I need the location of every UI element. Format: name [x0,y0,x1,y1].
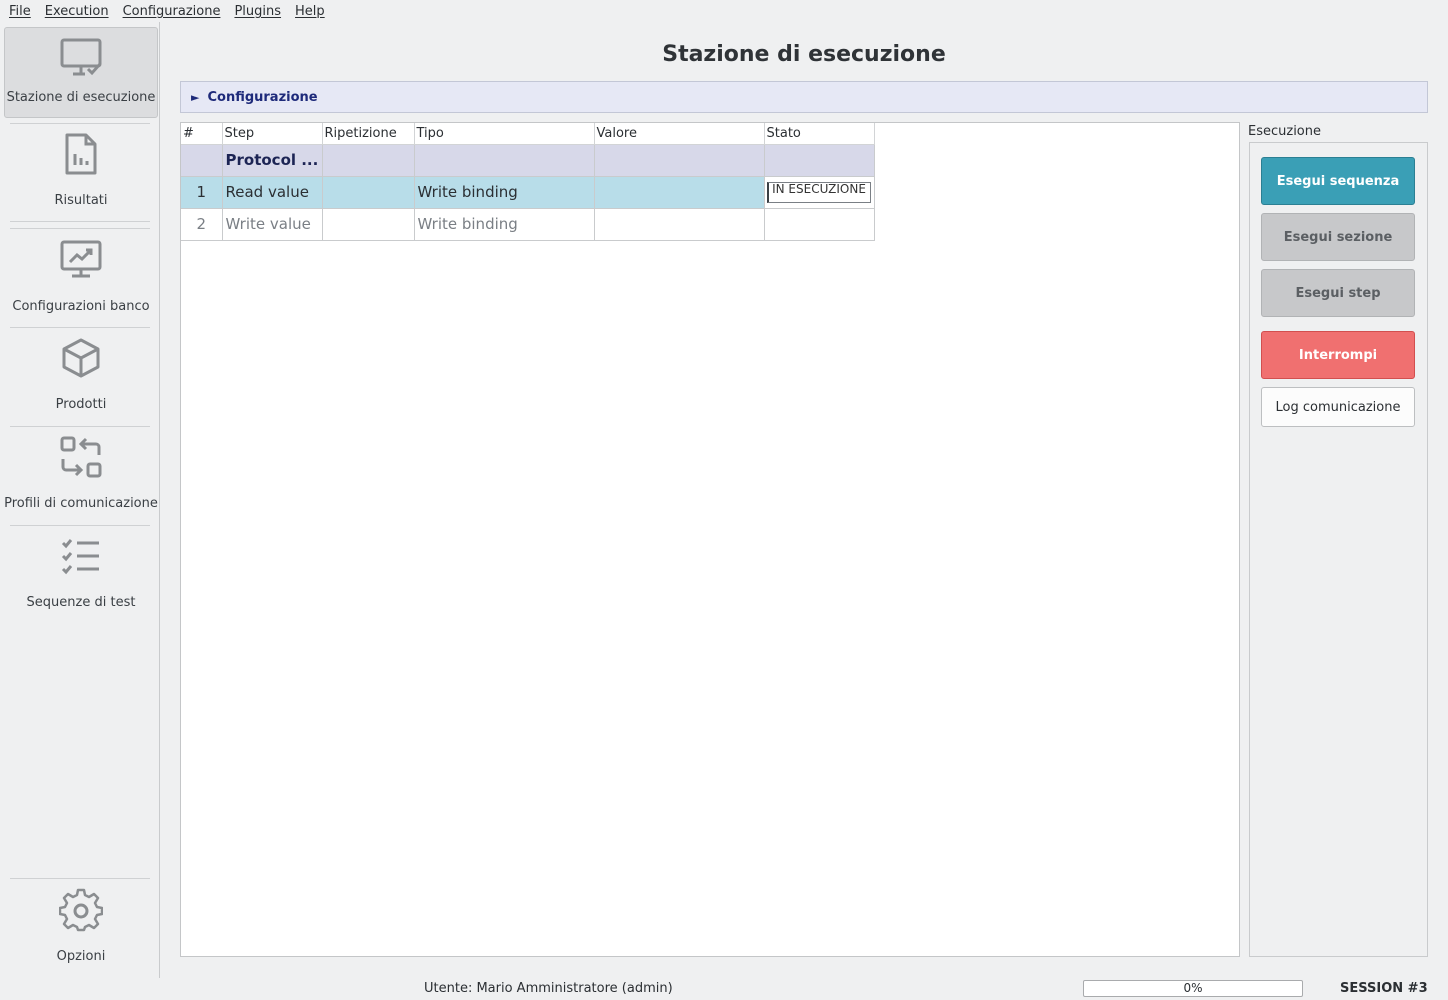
comm-log-button[interactable]: Log comunicazione [1261,387,1415,427]
main-area: Stazione di esecuzione ► Configurazione … [160,22,1448,978]
exchange-icon [60,436,102,478]
execution-panel-title: Esecuzione [1248,124,1321,139]
column-header-step[interactable]: Step [222,123,323,145]
cell-ripetizione [322,176,415,209]
sidebar-item-profili[interactable]: Profili di comunicazione [4,431,158,521]
menu-execution[interactable]: Execution [40,4,114,19]
cell-ripetizione [322,144,415,177]
gear-icon [59,888,103,932]
page-title: Stazione di esecuzione [662,42,946,67]
checklist-icon [61,539,99,575]
sidebar-item-label: Sequenze di test [26,595,136,610]
stop-button[interactable]: Interrompi [1261,331,1415,379]
cell-tipo [414,144,595,177]
sidebar-item-label: Stazione di esecuzione [6,90,156,105]
cube-icon [62,338,100,378]
config-section-toggle[interactable]: ► Configurazione [180,81,1428,113]
report-icon [65,133,97,175]
stato-editor[interactable]: IN ESECUZIONE [766,181,871,203]
sidebar-item-risultati[interactable]: Risultati [4,128,158,218]
cell-num [181,144,223,177]
menu-configurazione[interactable]: Configurazione [118,4,226,19]
sidebar-item-opzioni[interactable]: Opzioni [4,884,158,974]
run-step-button[interactable]: Esegui step [1261,269,1415,317]
config-section-label: Configurazione [207,89,318,105]
sidebar-item-stazione[interactable]: Stazione di esecuzione [4,27,158,118]
triangle-right-icon: ► [191,90,200,104]
sidebar-item-label: Risultati [54,193,108,208]
session-label: SESSION #3 [1340,981,1428,996]
monitor-chart-icon [60,240,102,278]
cell-valore [594,176,765,209]
sidebar-item-configurazioni-banco[interactable]: Configurazioni banco [4,234,158,324]
sidebar-item-label: Opzioni [56,949,106,964]
group-row[interactable]: Protocol ... [181,144,875,177]
sidebar-item-prodotti[interactable]: Prodotti [4,332,158,422]
cell-tipo: Write binding [414,208,595,241]
column-header-valore[interactable]: Valore [594,123,765,145]
table-header: # Step Ripetizione Tipo Valore Stato [181,123,875,145]
menu-plugins[interactable]: Plugins [229,4,286,19]
sidebar: Stazione di esecuzione Risultati Configu… [0,22,160,978]
cell-step: Write value [222,208,323,241]
cell-num: 2 [181,208,223,241]
run-section-button[interactable]: Esegui sezione [1261,213,1415,261]
cell-tipo: Write binding [414,176,595,209]
sidebar-item-label: Configurazioni banco [12,299,150,314]
sidebar-item-sequenze[interactable]: Sequenze di test [4,530,158,620]
sidebar-item-label: Profili di comunicazione [4,496,158,511]
column-header-tipo[interactable]: Tipo [414,123,595,145]
cell-stato [764,144,875,177]
column-header-stato[interactable]: Stato [764,123,875,145]
cell-step: Protocol ... [222,144,323,177]
run-sequence-button[interactable]: Esegui sequenza [1261,157,1415,205]
table-row[interactable]: 1 Read value Write binding IN ESECUZIONE [181,176,875,209]
status-bar: Utente: Mario Amministratore (admin) 0% … [0,978,1448,1000]
execution-panel: Esegui sequenza Esegui sezione Esegui st… [1249,142,1428,957]
menu-bar: File Execution Configurazione Plugins He… [0,0,1448,22]
steps-table: # Step Ripetizione Tipo Valore Stato Pro… [181,123,875,241]
progress-bar: 0% [1083,980,1303,997]
cell-step: Read value [222,176,323,209]
cell-ripetizione [322,208,415,241]
cell-stato: IN ESECUZIONE [764,176,875,209]
sidebar-item-label: Prodotti [55,397,107,412]
cell-valore [594,208,765,241]
menu-help[interactable]: Help [290,4,330,19]
table-row[interactable]: 2 Write value Write binding [181,208,875,241]
column-header-ripetizione[interactable]: Ripetizione [322,123,415,145]
cell-num: 1 [181,176,223,209]
cell-stato [764,208,875,241]
cell-valore [594,144,765,177]
monitor-check-icon [60,38,102,76]
column-header-num[interactable]: # [181,123,223,145]
menu-file[interactable]: File [4,4,36,19]
steps-table-container: # Step Ripetizione Tipo Valore Stato Pro… [180,122,1240,957]
user-label: Utente: Mario Amministratore (admin) [424,981,673,996]
